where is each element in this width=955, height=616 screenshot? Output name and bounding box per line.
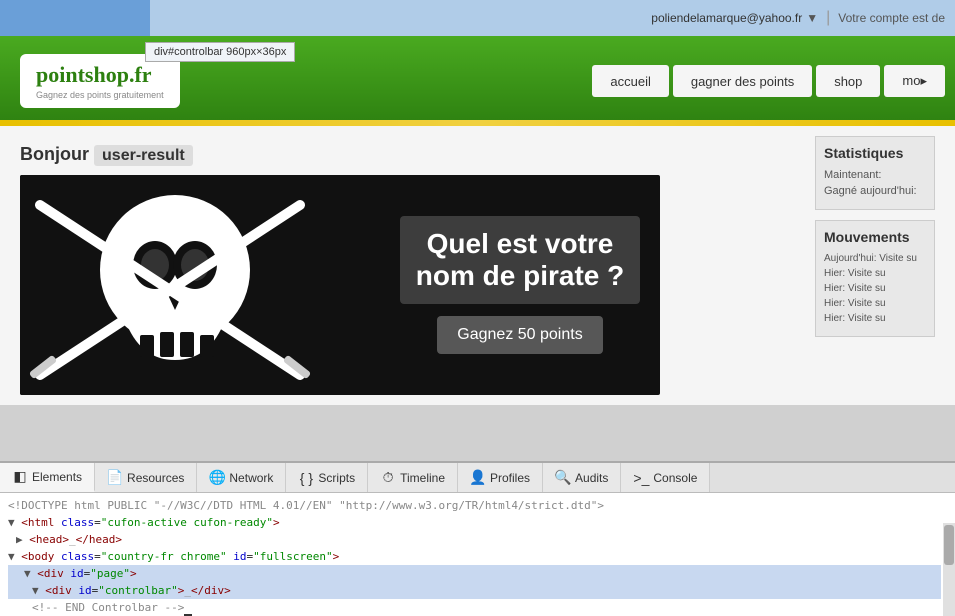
greeting-text: Bonjour	[20, 144, 89, 164]
tab-audits-label: Audits	[575, 471, 608, 485]
stats-box: Statistiques Maintenant: Gagné aujourd'h…	[815, 136, 935, 210]
code-line: ▼ <body class="country-fr chrome" id="fu…	[8, 548, 941, 565]
nav-shop[interactable]: shop	[816, 65, 880, 97]
tab-scripts[interactable]: { } Scripts	[286, 463, 368, 492]
top-bar: div#controlbar 960px×36px poliendelamarq…	[0, 0, 955, 36]
tab-resources-label: Resources	[127, 471, 184, 485]
nav-accueil[interactable]: accueil	[592, 65, 668, 97]
tab-audits[interactable]: 🔍 Audits	[543, 463, 621, 492]
scrollbar-thumb[interactable]	[944, 525, 954, 565]
mouvement-row: Hier: Visite su	[824, 283, 926, 294]
separator: |	[826, 9, 830, 27]
tab-network-label: Network	[229, 471, 273, 485]
scripts-icon: { }	[298, 470, 314, 486]
tab-network[interactable]: 🌐 Network	[197, 463, 286, 492]
code-line: <!-- END Controlbar -->	[8, 599, 941, 616]
network-icon: 🌐	[209, 470, 225, 486]
tab-scripts-label: Scripts	[318, 471, 355, 485]
code-line: ▼ <div id="page">	[8, 565, 941, 582]
code-line: <!DOCTYPE html PUBLIC "-//W3C//DTD HTML …	[8, 497, 941, 514]
tab-resources[interactable]: 📄 Resources	[95, 463, 197, 492]
devtools-content: <!DOCTYPE html PUBLIC "-//W3C//DTD HTML …	[0, 493, 955, 616]
stats-title: Statistiques	[824, 145, 926, 161]
gold-bar	[0, 120, 955, 126]
username-badge: user-result	[94, 145, 193, 166]
audits-icon: 🔍	[555, 470, 571, 486]
maintenant-label: Maintenant:	[824, 169, 881, 181]
mouvement-row: Hier: Visite su	[824, 313, 926, 324]
code-line: ▼ <html class="cufon-active cufon-ready"…	[8, 514, 941, 531]
console-icon: >_	[633, 470, 649, 486]
tab-timeline[interactable]: ⏱ Timeline	[368, 463, 458, 492]
elements-icon: ◧	[12, 469, 28, 485]
nav-gagner[interactable]: gagner des points	[673, 65, 812, 97]
banner-question: Quel est votre nom de pirate ?	[400, 216, 640, 304]
tab-console[interactable]: >_ Console	[621, 463, 710, 492]
tooltip-text: div#controlbar 960px×36px	[154, 46, 286, 58]
account-link[interactable]: Votre compte est de	[838, 11, 945, 25]
tab-profiles[interactable]: 👤 Profiles	[458, 463, 543, 492]
banner-cta-button[interactable]: Gagnez 50 points	[437, 316, 602, 354]
dropdown-icon[interactable]: ▼	[806, 11, 818, 25]
tab-elements-label: Elements	[32, 470, 82, 484]
stat-gagne: Gagné aujourd'hui:	[824, 185, 926, 197]
tab-profiles-label: Profiles	[490, 471, 530, 485]
mouvements-box: Mouvements Aujourd'hui: Visite su Hier: …	[815, 220, 935, 337]
tab-console-label: Console	[653, 471, 697, 485]
nav-more[interactable]: mo▸	[884, 65, 945, 97]
mouvement-row: Hier: Visite su	[824, 298, 926, 309]
element-tooltip: div#controlbar 960px×36px	[145, 42, 295, 62]
devtools-tabs: ◧ Elements 📄 Resources 🌐 Network { } Scr…	[0, 463, 955, 493]
mouvement-row: Aujourd'hui: Visite su	[824, 253, 926, 264]
banner-text-area: Quel est votre nom de pirate ? Gagnez 50…	[380, 175, 660, 395]
skull-image	[20, 175, 380, 395]
main-left: Bonjour user-result	[20, 136, 799, 395]
greeting: Bonjour user-result	[20, 136, 799, 175]
tab-timeline-label: Timeline	[400, 471, 445, 485]
mouvements-title: Mouvements	[824, 229, 926, 245]
code-line: ▶ <head>_</head>	[8, 531, 941, 548]
site-nav: accueil gagner des points shop mo▸	[592, 65, 945, 97]
top-bar-accent	[0, 0, 150, 36]
gagne-label: Gagné aujourd'hui:	[824, 185, 917, 197]
question-line1: Quel est votre	[427, 228, 614, 259]
resources-icon: 📄	[107, 470, 123, 486]
profiles-icon: 👤	[470, 470, 486, 486]
timeline-icon: ⏱	[380, 470, 396, 486]
sidebar: Statistiques Maintenant: Gagné aujourd'h…	[815, 136, 935, 395]
tab-elements[interactable]: ◧ Elements	[0, 463, 95, 492]
user-email-area: poliendelamarque@yahoo.fr ▼	[651, 11, 818, 25]
devtools-panel: ◧ Elements 📄 Resources 🌐 Network { } Scr…	[0, 461, 955, 616]
stat-maintenant: Maintenant:	[824, 169, 926, 181]
site-logo[interactable]: pointshop.fr Gagnez des points gratuitem…	[20, 54, 180, 108]
logo-sub: Gagnez des points gratuitement	[36, 90, 164, 100]
code-line: ▼ <div id="controlbar">_</div>	[8, 582, 941, 599]
scrollbar[interactable]	[943, 523, 955, 616]
user-email: poliendelamarque@yahoo.fr	[651, 11, 802, 25]
content-area: Bonjour user-result	[0, 126, 955, 405]
pirate-banner: Quel est votre nom de pirate ? Gagnez 50…	[20, 175, 660, 395]
mouvement-row: Hier: Visite su	[824, 268, 926, 279]
logo-text: pointshop.fr	[36, 62, 164, 88]
question-line2: nom de pirate ?	[416, 260, 624, 291]
site-header: pointshop.fr Gagnez des points gratuitem…	[0, 36, 955, 126]
